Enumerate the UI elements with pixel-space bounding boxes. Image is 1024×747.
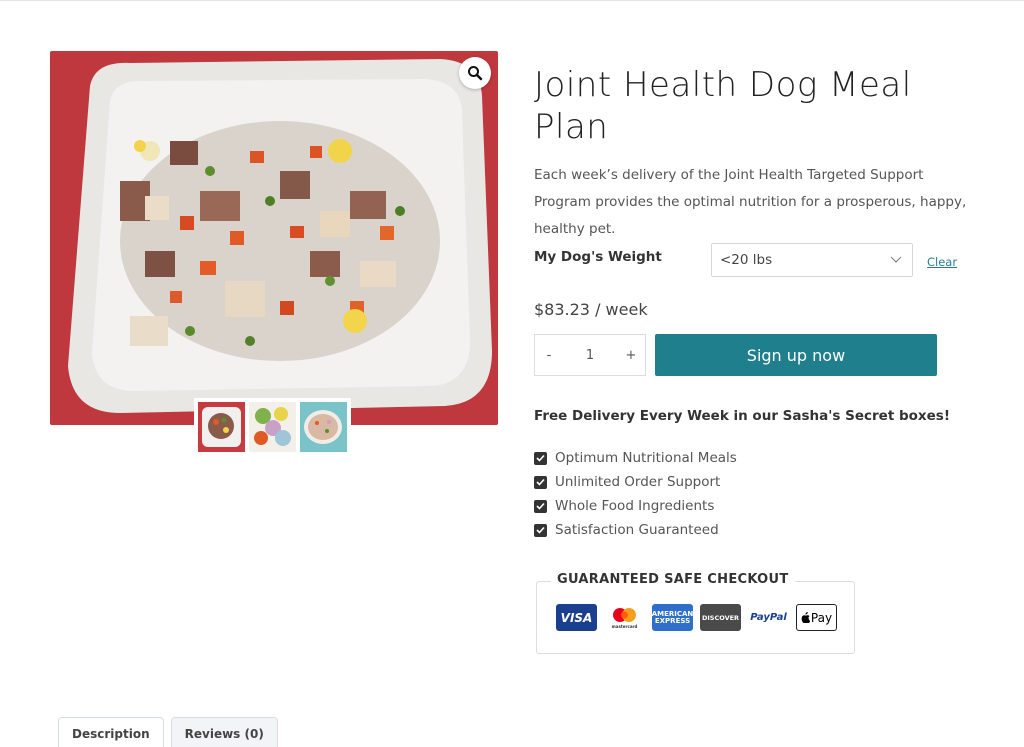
- apple-pay-icon: Pay: [796, 604, 837, 631]
- payment-icons: VISA mastercard AMERICAN EXPRESS DISCOVER…: [556, 604, 837, 631]
- thumbnail-3[interactable]: [300, 402, 347, 452]
- sign-up-button[interactable]: Sign up now: [655, 334, 937, 376]
- chevron-down-icon: [890, 256, 902, 263]
- top-divider: [0, 0, 1024, 1]
- clear-link[interactable]: Clear: [927, 255, 957, 269]
- paypal-icon: PayPal: [748, 604, 789, 631]
- zoom-button[interactable]: [459, 57, 491, 89]
- checkbox-icon: [534, 523, 547, 537]
- svg-text:mastercard: mastercard: [612, 624, 638, 629]
- quantity-input[interactable]: 1: [563, 335, 617, 375]
- free-delivery-heading: Free Delivery Every Week in our Sasha's …: [534, 408, 950, 424]
- feature-label: Satisfaction Guaranteed: [555, 522, 719, 538]
- feature-item: Unlimited Order Support: [534, 470, 737, 494]
- product-title: Joint Health Dog Meal Plan: [534, 65, 912, 147]
- amex-icon: AMERICAN EXPRESS: [652, 604, 693, 631]
- checkbox-icon: [534, 451, 547, 465]
- product-tabs: Description Reviews (0): [58, 717, 278, 747]
- quantity-stepper: - 1 +: [534, 334, 646, 376]
- tab-description[interactable]: Description: [58, 717, 164, 747]
- weight-select[interactable]: <20 lbs: [711, 243, 913, 277]
- product-description: Each week’s delivery of the Joint Health…: [534, 167, 967, 237]
- feature-item: Whole Food Ingredients: [534, 494, 737, 518]
- feature-item: Satisfaction Guaranteed: [534, 518, 737, 542]
- feature-label: Optimum Nutritional Meals: [555, 450, 737, 466]
- checkbox-icon: [534, 499, 547, 513]
- visa-icon: VISA: [556, 604, 597, 631]
- checkbox-icon: [534, 475, 547, 489]
- discover-icon: DISCOVER: [700, 604, 741, 631]
- thumbnail-strip: [194, 398, 351, 456]
- thumbnail-2[interactable]: [249, 402, 296, 452]
- product-price: $83.23 / week: [534, 300, 648, 319]
- tab-reviews[interactable]: Reviews (0): [170, 717, 278, 747]
- safe-checkout-title: GUARANTEED SAFE CHECKOUT: [551, 572, 795, 587]
- feature-label: Whole Food Ingredients: [555, 498, 715, 514]
- thumbnail-1[interactable]: [198, 402, 245, 452]
- search-icon: [468, 66, 483, 81]
- feature-item: Optimum Nutritional Meals: [534, 446, 737, 470]
- weight-select-value: <20 lbs: [720, 252, 773, 268]
- quantity-minus-button[interactable]: -: [535, 335, 563, 375]
- product-main-image[interactable]: [50, 51, 498, 425]
- feature-list: Optimum Nutritional Meals Unlimited Orde…: [534, 446, 737, 542]
- mastercard-icon: mastercard: [604, 604, 645, 631]
- variation-label: My Dog's Weight: [534, 249, 662, 265]
- quantity-plus-button[interactable]: +: [617, 335, 645, 375]
- feature-label: Unlimited Order Support: [555, 474, 721, 490]
